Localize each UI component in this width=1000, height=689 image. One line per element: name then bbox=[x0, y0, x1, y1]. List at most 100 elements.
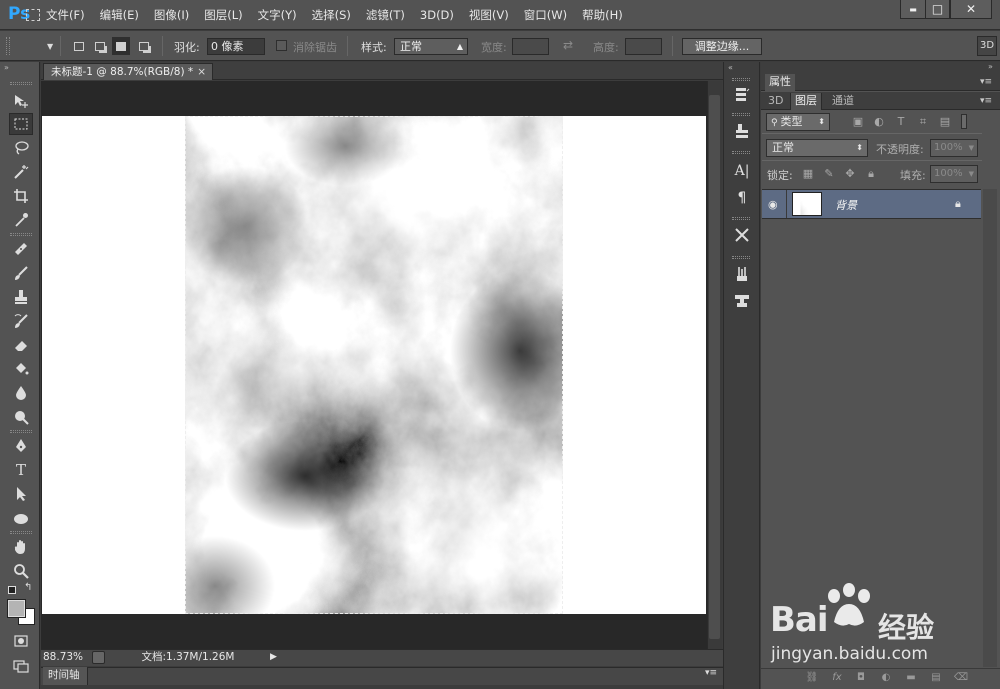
width-input[interactable] bbox=[512, 38, 549, 55]
menu-filter[interactable]: 滤镜(T) bbox=[366, 7, 405, 23]
status-menu-arrow-icon[interactable]: ▶ bbox=[270, 651, 282, 664]
swap-colors-icon[interactable]: ↰ bbox=[24, 582, 32, 593]
menu-view[interactable]: 视图(V) bbox=[469, 7, 509, 23]
layer-filter-select[interactable]: ⚲ 类型 ⬍ bbox=[766, 113, 830, 131]
opacity-input[interactable]: 100% ▼ bbox=[930, 139, 978, 157]
menu-help[interactable]: 帮助(H) bbox=[582, 7, 623, 23]
dodge-tool[interactable] bbox=[9, 406, 33, 428]
close-button[interactable]: ✕ bbox=[950, 0, 992, 19]
type-filter-icon[interactable]: T bbox=[894, 115, 908, 129]
hand-tool[interactable] bbox=[9, 536, 33, 558]
menu-layer[interactable]: 图层(L) bbox=[204, 7, 242, 23]
menu-type[interactable]: 文字(Y) bbox=[258, 7, 297, 23]
history-brush-tool[interactable] bbox=[9, 310, 33, 332]
healing-brush-tool[interactable] bbox=[9, 238, 33, 260]
dock-grip[interactable] bbox=[732, 78, 750, 81]
zoom-tool[interactable] bbox=[9, 560, 33, 582]
blend-mode-select[interactable]: 正常 ⬍ bbox=[766, 139, 868, 157]
panel-collapse-icon[interactable]: » bbox=[4, 63, 9, 72]
options-grip[interactable] bbox=[6, 37, 10, 55]
lock-all-icon[interactable]: 🔒︎ bbox=[864, 167, 878, 181]
filter-toggle[interactable] bbox=[961, 114, 967, 129]
layers-scrollbar[interactable] bbox=[983, 189, 997, 667]
menu-image[interactable]: 图像(I) bbox=[154, 7, 189, 23]
panel-menu-icon[interactable]: ▾≡ bbox=[705, 668, 717, 678]
blur-tool[interactable] bbox=[9, 382, 33, 404]
document-tab[interactable]: 未标题-1 @ 88.7%(RGB/8) * × bbox=[43, 63, 213, 80]
screen-mode-button[interactable] bbox=[9, 655, 33, 677]
menu-3d[interactable]: 3D(D) bbox=[420, 8, 454, 22]
lock-pixels-icon[interactable]: ✎ bbox=[822, 167, 836, 181]
add-mask-icon[interactable]: ◘ bbox=[853, 671, 869, 685]
quick-mask-button[interactable] bbox=[9, 630, 33, 652]
antialias-checkbox[interactable] bbox=[276, 40, 287, 51]
ellipse-tool[interactable] bbox=[9, 508, 33, 530]
close-icon[interactable]: × bbox=[197, 64, 206, 80]
clone-stamp-tool[interactable] bbox=[9, 286, 33, 308]
maximize-button[interactable]: □ bbox=[925, 0, 950, 19]
eyedropper-tool[interactable] bbox=[9, 209, 33, 231]
default-colors-icon[interactable] bbox=[8, 586, 16, 594]
panel-expand-icon[interactable]: » bbox=[988, 62, 993, 71]
panel-menu-icon[interactable]: ▾≡ bbox=[980, 77, 992, 87]
move-tool[interactable] bbox=[9, 90, 33, 112]
new-group-icon[interactable]: ▬ bbox=[903, 671, 919, 685]
brush-panel-button[interactable] bbox=[730, 263, 754, 285]
smart-object-filter-icon[interactable]: ▤ bbox=[938, 115, 952, 129]
eye-icon[interactable]: ◉ bbox=[768, 198, 782, 211]
menu-edit[interactable]: 编辑(E) bbox=[100, 7, 139, 23]
type-tool[interactable]: T bbox=[9, 459, 33, 481]
subtract-selection-button[interactable] bbox=[112, 37, 130, 55]
clone-source-button[interactable] bbox=[730, 290, 754, 312]
new-selection-button[interactable] bbox=[70, 37, 88, 55]
tab-3d[interactable]: 3D bbox=[764, 93, 787, 110]
fx-icon[interactable]: fx bbox=[829, 671, 845, 685]
panel-menu-icon[interactable]: ▾≡ bbox=[980, 96, 992, 106]
swap-icon[interactable]: ⇄ bbox=[563, 38, 573, 52]
link-layers-icon[interactable]: ⛓ bbox=[804, 671, 820, 685]
rectangular-marquee-tool[interactable] bbox=[9, 113, 33, 135]
lock-transparent-icon[interactable]: ▦ bbox=[801, 167, 815, 181]
menu-select[interactable]: 选择(S) bbox=[312, 7, 351, 23]
tab-properties[interactable]: 属性 bbox=[765, 74, 795, 91]
pen-tool[interactable] bbox=[9, 435, 33, 457]
menu-file[interactable]: 文件(F) bbox=[46, 7, 85, 23]
adjustment-layer-icon[interactable]: ◐ bbox=[878, 671, 894, 685]
menu-window[interactable]: 窗口(W) bbox=[524, 7, 567, 23]
height-input[interactable] bbox=[625, 38, 662, 55]
foreground-color-swatch[interactable] bbox=[7, 599, 26, 618]
path-selection-tool[interactable] bbox=[9, 483, 33, 505]
lock-position-icon[interactable]: ✥ bbox=[843, 167, 857, 181]
refine-edge-button[interactable]: 调整边缘... bbox=[682, 38, 762, 55]
add-selection-button[interactable] bbox=[91, 37, 109, 55]
layer-name[interactable]: 背景 bbox=[835, 197, 857, 213]
brush-presets-button[interactable] bbox=[730, 224, 754, 246]
paint-bucket-tool[interactable] bbox=[9, 358, 33, 380]
brush-tool[interactable] bbox=[9, 262, 33, 284]
tab-timeline[interactable]: 时间轴 bbox=[43, 667, 88, 685]
paragraph-panel-button[interactable]: ¶ bbox=[730, 187, 754, 209]
fill-input[interactable]: 100% ▼ bbox=[930, 165, 978, 183]
chevron-down-icon[interactable]: ▼ bbox=[47, 42, 53, 51]
shape-filter-icon[interactable]: ⌗ bbox=[916, 115, 930, 129]
intersect-selection-button[interactable] bbox=[135, 37, 153, 55]
new-layer-icon[interactable]: ▤ bbox=[928, 671, 944, 685]
scrollbar-thumb[interactable] bbox=[709, 95, 720, 639]
crop-tool[interactable] bbox=[9, 185, 33, 207]
history-panel-button[interactable] bbox=[730, 84, 754, 106]
character-panel-button[interactable]: A| bbox=[730, 160, 754, 182]
status-info-icon[interactable] bbox=[92, 651, 105, 664]
layer-thumbnail[interactable] bbox=[792, 192, 822, 216]
tool-presets-button[interactable] bbox=[730, 120, 754, 142]
marquee-preset-button[interactable] bbox=[22, 6, 44, 24]
style-select[interactable]: 正常 ▲ bbox=[394, 38, 468, 55]
lasso-tool[interactable] bbox=[9, 137, 33, 159]
tab-channels[interactable]: 通道 bbox=[828, 93, 858, 110]
tools-grip[interactable] bbox=[10, 82, 32, 85]
feather-input[interactable]: 0 像素 bbox=[207, 38, 265, 55]
eraser-tool[interactable] bbox=[9, 334, 33, 356]
workspace-3d-button[interactable]: 3D bbox=[977, 36, 997, 56]
adjustment-filter-icon[interactable]: ◐ bbox=[872, 115, 886, 129]
minimize-button[interactable]: ▬ bbox=[900, 0, 926, 19]
trash-icon[interactable]: ⌫ bbox=[953, 671, 969, 685]
